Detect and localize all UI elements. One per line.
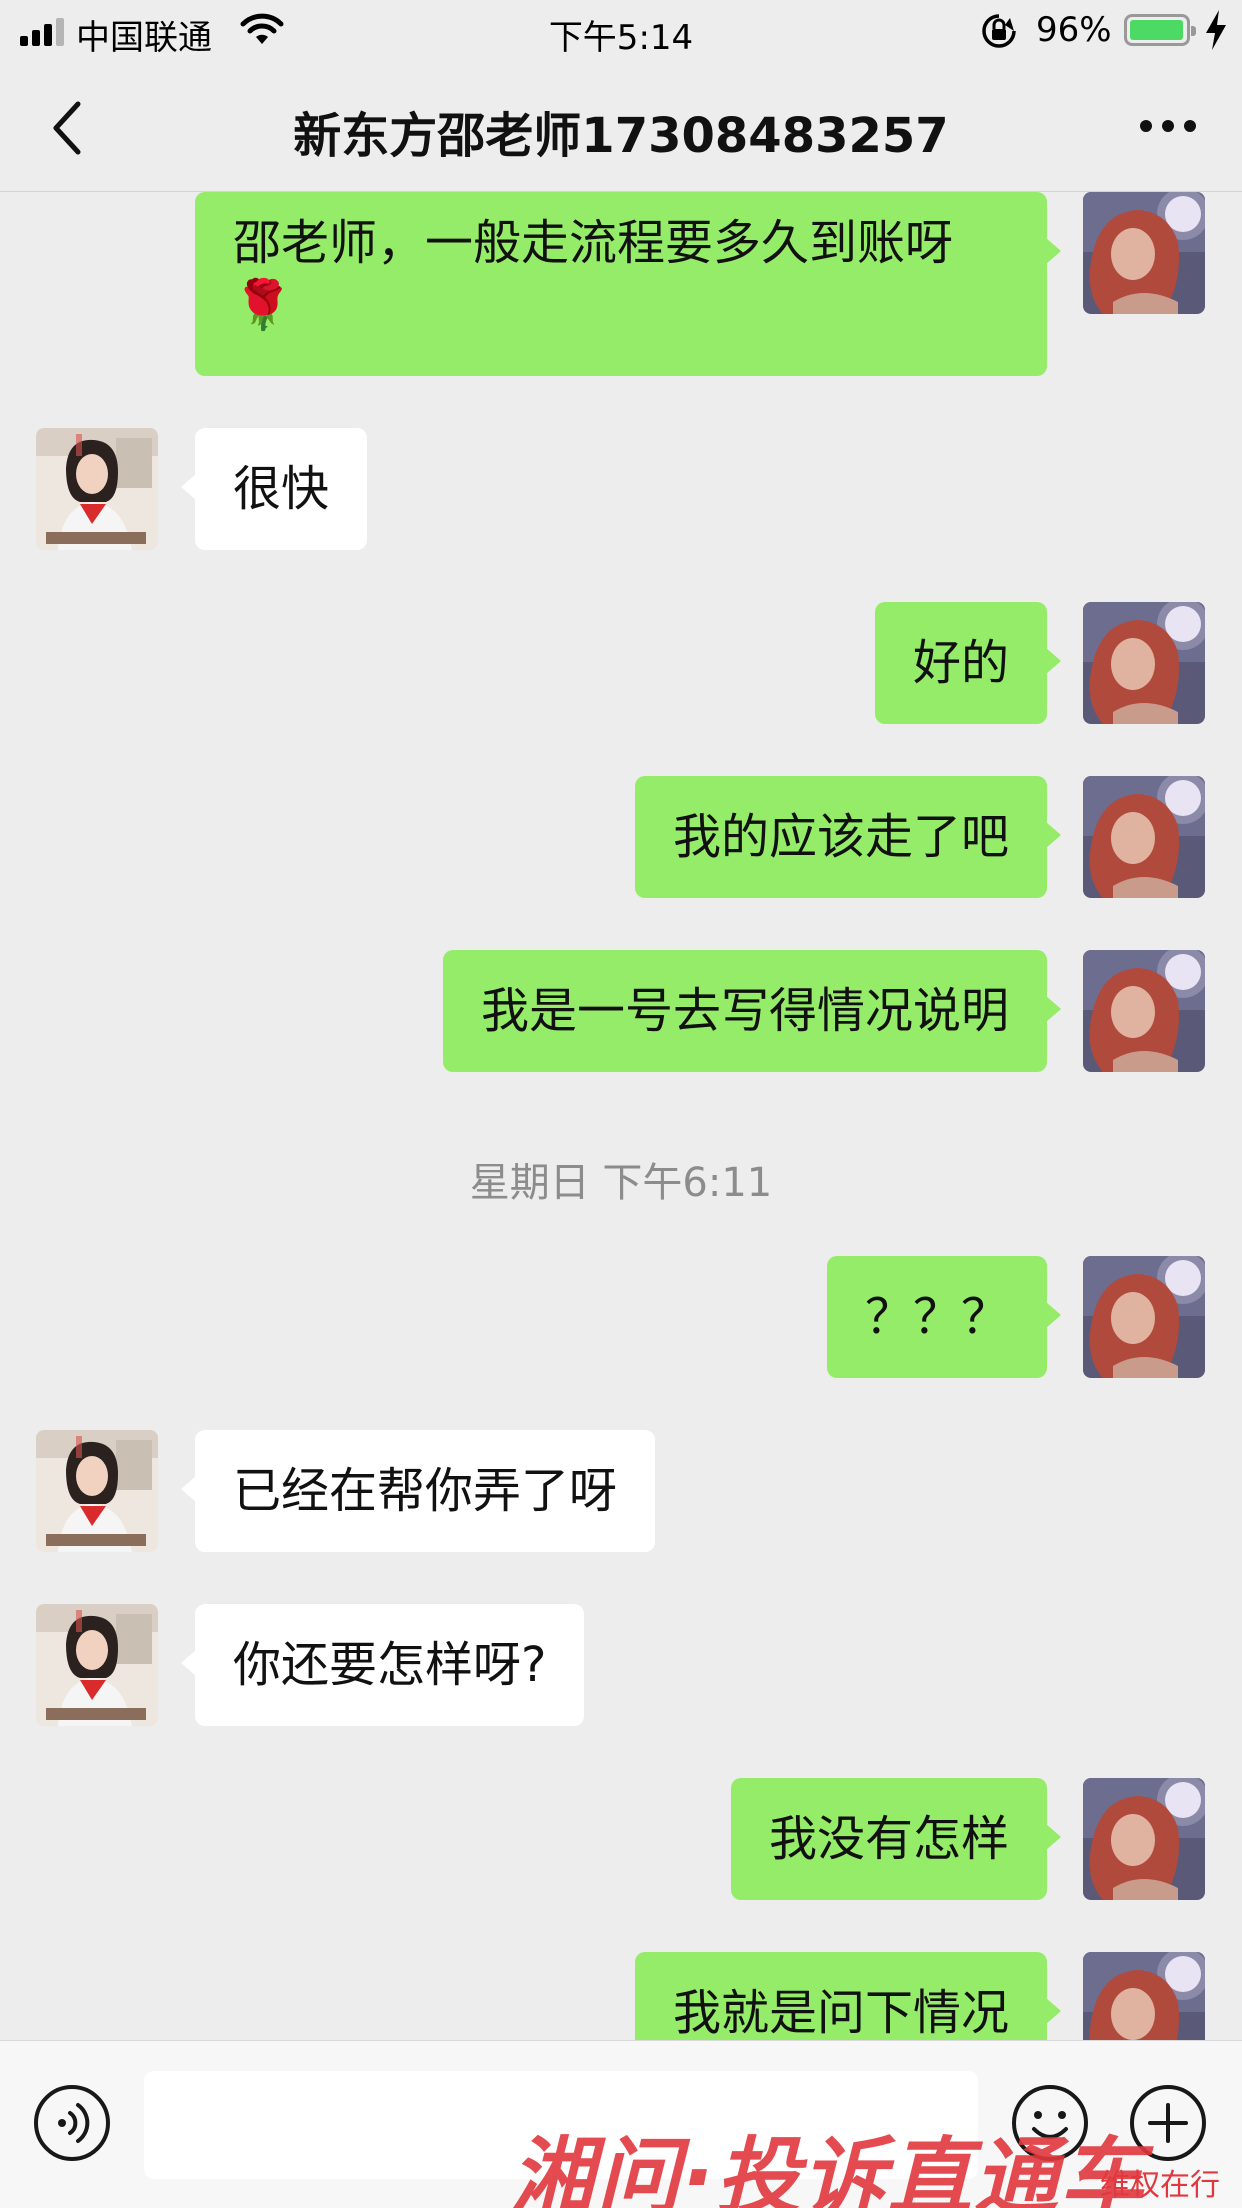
message-text: 我就是问下情况 [672,1985,1009,2040]
voice-icon[interactable] [32,2083,112,2163]
message-list[interactable]: 邵老师，一般走流程要多久到账呀 🌹 很快 好的 我的应该走了吧 我是一号去写得情… [0,192,1242,2040]
message-text: 好的 [912,635,1009,691]
message-text: 我是一号去写得情况说明 [480,983,1009,1039]
chat-title: 新东方邵老师17308483257 [293,108,949,164]
message-text: ？？？ [864,1289,1009,1345]
time-separator: 星期日 下午6:11 [469,1160,773,1206]
message-text: 我没有怎样 [768,1811,1009,1867]
message-bubble[interactable]: 已经在帮你弄了呀 [180,1430,656,1552]
self-avatar[interactable] [1083,192,1205,314]
self-avatar[interactable] [1083,776,1205,898]
watermark-logo: 湘问·投诉直通车 [510,2128,1146,2208]
message-bubble[interactable]: 我的应该走了吧 [634,776,1062,898]
message-bubble[interactable]: 好的 [874,602,1062,724]
message-text: 我的应该走了吧 [672,809,1009,865]
contact-avatar[interactable] [36,1430,158,1552]
more-dots-icon[interactable] [1138,114,1198,138]
message-text: 很快 [233,461,330,517]
message-text: 邵老师，一般走流程要多久到账呀 [233,215,954,271]
contact-avatar[interactable] [36,1604,158,1726]
rotation-lock-icon [982,14,1016,48]
message-bubble[interactable]: 我是一号去写得情况说明 [442,950,1062,1072]
charging-bolt-icon [1206,10,1226,50]
message-text: 已经在帮你弄了呀 [233,1463,618,1519]
self-avatar[interactable] [1083,1256,1205,1378]
battery-percent: 96% [1036,10,1112,50]
self-avatar[interactable] [1083,1952,1205,2040]
message-bubble[interactable]: 你还要怎样呀? [180,1604,585,1726]
message-bubble[interactable]: 邵老师，一般走流程要多久到账呀 🌹 [195,192,1061,376]
message-text: 你还要怎样呀? [233,1637,547,1693]
message-bubble[interactable]: 很快 [180,428,368,550]
rose-emoji: 🌹 [233,277,293,333]
chat-header: 新东方邵老师17308483257 [0,62,1242,192]
battery-icon [1124,14,1196,46]
message-bubble[interactable]: ？？？ [826,1256,1062,1378]
message-bubble[interactable]: 我就是问下情况 [634,1952,1062,2040]
self-avatar[interactable] [1083,950,1205,1072]
self-avatar[interactable] [1083,1778,1205,1900]
self-avatar[interactable] [1083,602,1205,724]
status-bar: 中国联通 下午5:14 96% [0,0,1242,62]
watermark-subtext: 维权在行动 [1100,2168,1220,2203]
contact-avatar[interactable] [36,428,158,550]
message-bubble[interactable]: 我没有怎样 [730,1778,1062,1900]
